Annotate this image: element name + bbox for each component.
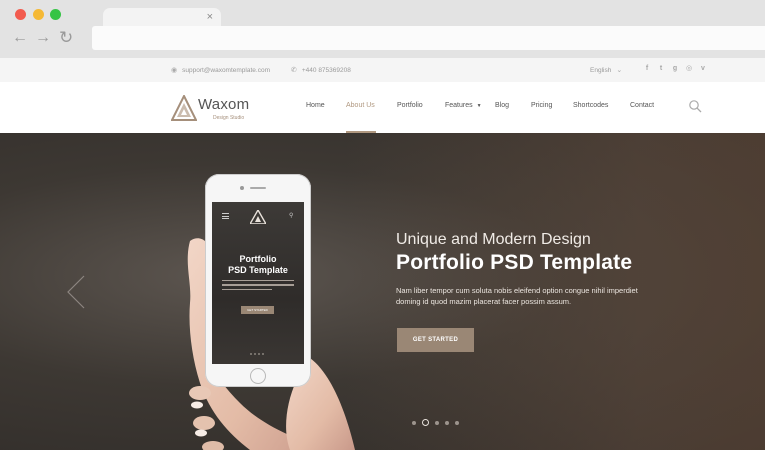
url-bar[interactable] xyxy=(92,26,765,50)
hero-subtitle: Unique and Modern Design xyxy=(396,231,591,248)
slider-pagination xyxy=(412,419,459,426)
email-contact[interactable]: ◉ support@waxomtemplate.com xyxy=(171,66,270,75)
logo-name: Waxom xyxy=(198,96,250,113)
hero-title: Portfolio PSD Template xyxy=(396,251,633,274)
slider-dot[interactable] xyxy=(445,420,449,425)
slider-dot[interactable] xyxy=(412,420,416,425)
vimeo-icon[interactable]: v xyxy=(699,65,707,73)
email-text: support@waxomtemplate.com xyxy=(182,66,270,74)
phone-speaker xyxy=(250,187,266,189)
maximize-window-button[interactable] xyxy=(50,9,61,20)
instagram-icon[interactable]: ◎ xyxy=(685,65,693,73)
back-arrow-icon[interactable]: ← xyxy=(12,30,28,46)
hero-description: Nam liber tempor cum soluta nobis eleife… xyxy=(396,286,638,306)
slider-dot-active[interactable] xyxy=(422,419,429,426)
nav-portfolio[interactable]: Portfolio xyxy=(397,102,423,109)
nav-features[interactable]: Features ▼ xyxy=(445,102,482,109)
caret-down-icon: ▼ xyxy=(476,103,482,109)
slider-dot[interactable] xyxy=(435,420,439,425)
logo[interactable]: Waxom Design Studio xyxy=(171,93,261,123)
logo-tagline: Design Studio xyxy=(213,115,245,121)
facebook-icon[interactable]: f xyxy=(643,65,651,73)
site-header: Waxom Design Studio Home About Us Portfo… xyxy=(0,82,765,133)
browser-tab[interactable]: × xyxy=(103,8,221,27)
search-icon[interactable] xyxy=(688,99,702,113)
logo-triangle-icon xyxy=(171,95,197,121)
logo-triangle-icon xyxy=(250,210,266,224)
language-label: English xyxy=(590,66,612,74)
phone-text: +440 875369208 xyxy=(301,66,351,74)
phone-icon: ✆ xyxy=(291,67,297,74)
nav-about-us[interactable]: About Us xyxy=(346,102,375,109)
prev-slide-arrow-icon[interactable] xyxy=(66,275,86,309)
nav-shortcodes[interactable]: Shortcodes xyxy=(573,102,608,109)
social-links: f t g ◎ v xyxy=(643,65,707,73)
language-selector[interactable]: English ⌄ xyxy=(590,66,623,75)
hero-slider: ⚲ Portfolio PSD Template GET STARTED Uni… xyxy=(0,133,765,450)
phone-slider-dots xyxy=(250,353,264,355)
nav-features-label: Features xyxy=(445,102,473,109)
phone-title-line2: PSD Template xyxy=(228,265,288,275)
phone-contact[interactable]: ✆ +440 875369208 xyxy=(291,66,351,75)
google-plus-icon[interactable]: g xyxy=(671,65,679,73)
close-window-button[interactable] xyxy=(15,9,26,20)
browser-chrome: × ← → ↻ xyxy=(0,0,765,58)
chevron-down-icon: ⌄ xyxy=(616,67,623,74)
phone-camera xyxy=(240,186,244,190)
nav-contact[interactable]: Contact xyxy=(630,102,654,109)
phone-mockup: ⚲ Portfolio PSD Template GET STARTED xyxy=(205,174,311,387)
twitter-icon[interactable]: t xyxy=(657,65,665,73)
tab-close-icon[interactable]: × xyxy=(207,10,213,24)
eye-icon: ◉ xyxy=(171,67,178,74)
hamburger-icon xyxy=(222,213,229,221)
phone-home-button xyxy=(250,368,266,384)
phone-cta-button: GET STARTED xyxy=(241,306,274,314)
nav-pricing[interactable]: Pricing xyxy=(531,102,552,109)
slider-dot[interactable] xyxy=(455,420,459,425)
phone-description-lines xyxy=(222,280,294,298)
search-icon: ⚲ xyxy=(289,213,294,219)
phone-title-line1: Portfolio xyxy=(239,254,277,264)
reload-icon[interactable]: ↻ xyxy=(59,29,73,46)
nav-home[interactable]: Home xyxy=(306,102,325,109)
phone-screen: ⚲ Portfolio PSD Template GET STARTED xyxy=(212,202,304,364)
nav-blog[interactable]: Blog xyxy=(495,102,509,109)
top-info-bar: ◉ support@waxomtemplate.com ✆ +440 87536… xyxy=(0,58,765,82)
forward-arrow-icon[interactable]: → xyxy=(35,30,51,46)
minimize-window-button[interactable] xyxy=(33,9,44,20)
get-started-button[interactable]: GET STARTED xyxy=(397,328,474,352)
